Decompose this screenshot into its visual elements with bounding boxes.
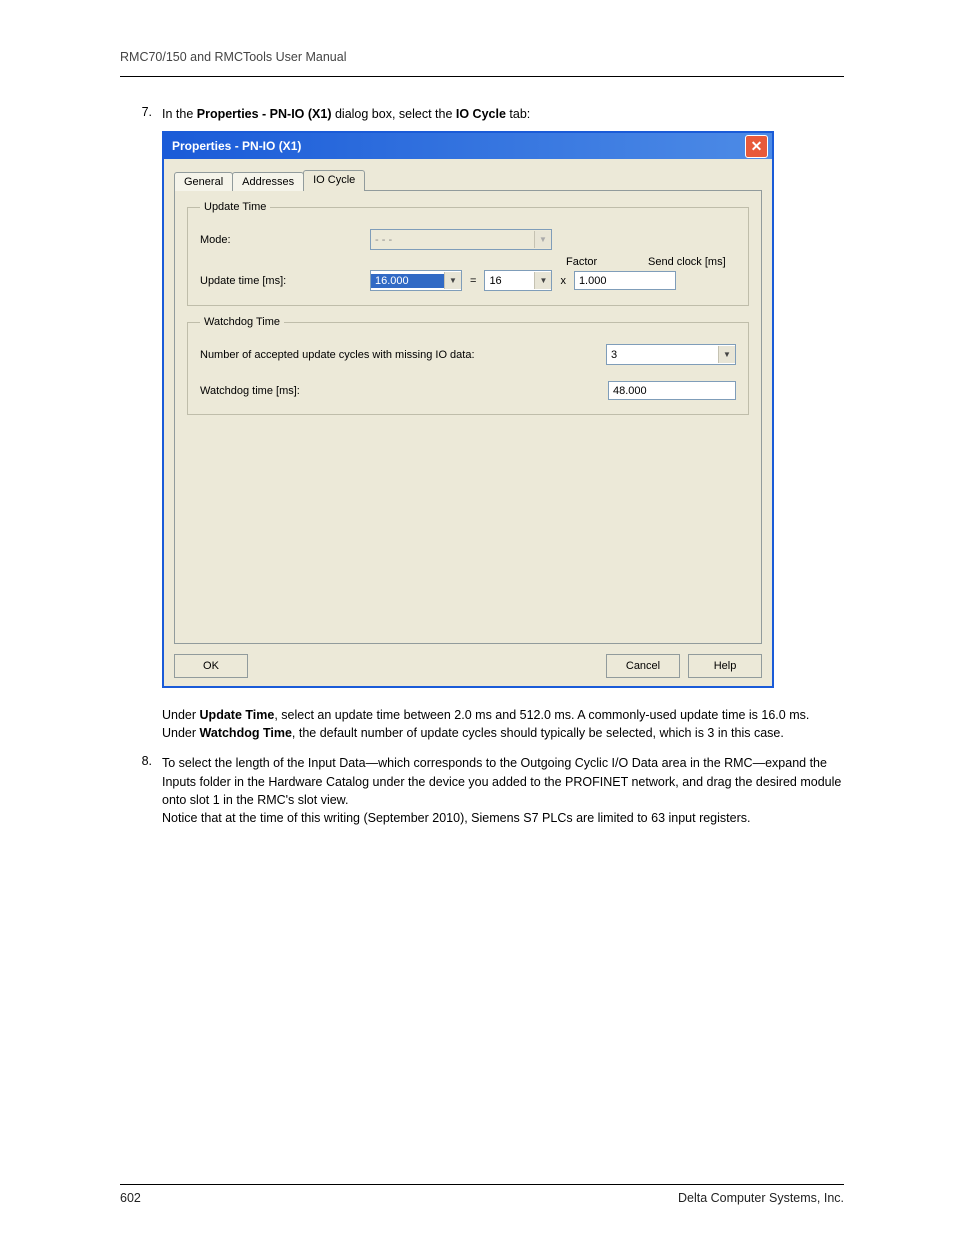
factor-value: 16 <box>485 275 534 287</box>
dialog-window: Properties - PN-IO (X1) ✕ General Addres… <box>162 131 774 688</box>
equals-sign: = <box>462 275 484 287</box>
sendclock-value: 1.000 <box>574 271 676 290</box>
tab-panel-io-cycle: Update Time Mode: - - - ▼ <box>174 190 762 644</box>
times-sign: x <box>552 275 574 287</box>
page-header: RMC70/150 and RMCTools User Manual <box>120 50 844 70</box>
text-bold: Update Time <box>200 708 275 722</box>
cancel-button[interactable]: Cancel <box>606 654 680 678</box>
tab-strip: General Addresses IO Cycle <box>174 170 762 191</box>
step-7-note-update: Under Update Time, select an update time… <box>162 706 844 724</box>
step-7-intro: In the Properties - PN-IO (X1) dialog bo… <box>162 105 844 123</box>
step-8-text: To select the length of the Input Data—w… <box>162 754 844 808</box>
header-divider <box>120 76 844 77</box>
text-bold: Watchdog Time <box>200 726 292 740</box>
tab-io-cycle[interactable]: IO Cycle <box>303 170 365 191</box>
watchdog-time-value: 48.000 <box>608 381 736 400</box>
tab-general[interactable]: General <box>174 172 233 191</box>
text-bold: Properties - PN-IO (X1) <box>197 107 332 121</box>
chevron-down-icon[interactable]: ▼ <box>718 346 735 363</box>
footer-divider: 602 Delta Computer Systems, Inc. <box>120 1184 844 1205</box>
step-number: 7. <box>120 105 162 742</box>
window-title: Properties - PN-IO (X1) <box>172 139 301 153</box>
page-number: 602 <box>120 1191 141 1205</box>
update-time-select[interactable]: 16.000 ▼ <box>370 270 462 291</box>
titlebar[interactable]: Properties - PN-IO (X1) ✕ <box>164 133 772 159</box>
cycles-label: Number of accepted update cycles with mi… <box>200 349 606 361</box>
watchdog-time-label: Watchdog time [ms]: <box>200 385 608 397</box>
text: dialog box, select the <box>332 107 456 121</box>
text: Under <box>162 708 200 722</box>
mode-value: - - - <box>371 234 534 246</box>
mode-select: - - - ▼ <box>370 229 552 250</box>
factor-header: Factor <box>566 256 632 268</box>
ok-button[interactable]: OK <box>174 654 248 678</box>
step-number: 8. <box>120 754 162 827</box>
mode-label: Mode: <box>200 234 370 246</box>
close-icon: ✕ <box>751 139 763 153</box>
chevron-down-icon[interactable]: ▼ <box>444 272 461 289</box>
help-button[interactable]: Help <box>688 654 762 678</box>
text: , select an update time between 2.0 ms a… <box>274 708 809 722</box>
sendclock-header: Send clock [ms] <box>648 256 726 268</box>
chevron-down-icon[interactable]: ▼ <box>534 272 551 289</box>
text: tab: <box>506 107 530 121</box>
group-legend: Watchdog Time <box>200 316 284 328</box>
factor-select[interactable]: 16 ▼ <box>484 270 552 291</box>
group-watchdog-time: Watchdog Time Number of accepted update … <box>187 316 749 415</box>
group-update-time: Update Time Mode: - - - ▼ <box>187 201 749 306</box>
step-7-note-watchdog: Under Watchdog Time, the default number … <box>162 724 844 742</box>
cycles-value: 3 <box>607 349 718 361</box>
tab-addresses[interactable]: Addresses <box>232 172 304 191</box>
cycles-select[interactable]: 3 ▼ <box>606 344 736 365</box>
content: 7. In the Properties - PN-IO (X1) dialog… <box>120 105 844 1184</box>
text: In the <box>162 107 197 121</box>
chevron-down-icon: ▼ <box>534 231 551 248</box>
company-name: Delta Computer Systems, Inc. <box>678 1191 844 1205</box>
close-button[interactable]: ✕ <box>745 135 768 158</box>
group-legend: Update Time <box>200 201 270 213</box>
text: Under <box>162 726 200 740</box>
step-8-notice: Notice that at the time of this writing … <box>162 809 844 827</box>
update-time-value: 16.000 <box>371 274 444 288</box>
text: , the default number of update cycles sh… <box>292 726 784 740</box>
update-time-label: Update time [ms]: <box>200 275 370 287</box>
text-bold: IO Cycle <box>456 107 506 121</box>
